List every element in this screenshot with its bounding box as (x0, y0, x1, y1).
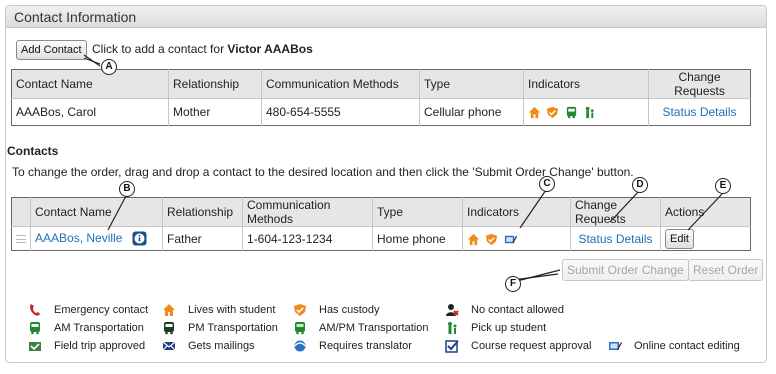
has-custody-icon (294, 304, 306, 317)
legend-item: Pick up student (445, 320, 546, 336)
legend-item: Gets mailings (162, 338, 255, 354)
legend-item: PM Transportation (162, 320, 278, 336)
legend-item: Online contact editing (608, 338, 740, 354)
legend-item: Lives with student (162, 302, 275, 318)
callout-c: C (539, 176, 555, 192)
gets-mailings-icon (162, 341, 176, 351)
emergency-contact-icon (30, 304, 40, 316)
callout-d: D (632, 177, 648, 193)
legend-item: AM Transportation (28, 320, 144, 336)
pm-transportation-icon (164, 322, 174, 335)
legend-item: Field trip approved (28, 338, 145, 354)
requires-translator-icon (294, 340, 306, 352)
callout-b: B (119, 181, 135, 197)
legend-item: Has custody (293, 302, 380, 318)
pick-up-student-icon (448, 322, 457, 335)
am-transportation-icon (30, 322, 40, 335)
legend-item: Requires translator (293, 338, 412, 354)
course-request-approval-icon (445, 340, 459, 353)
field-trip-approved-icon (29, 342, 41, 352)
lives-with-student-icon (163, 304, 175, 317)
am-pm-transportation-icon (295, 322, 305, 335)
legend-item: Emergency contact (28, 302, 148, 318)
callout-a: A (101, 59, 117, 75)
legend-item: AM/PM Transportation (293, 320, 428, 336)
online-contact-editing-icon (609, 342, 622, 351)
callout-e: E (715, 178, 731, 194)
legend-item: No contact allowed (445, 302, 564, 318)
legend-item: Course request approval (445, 338, 591, 354)
callout-f: F (505, 276, 521, 292)
no-contact-allowed-icon (446, 304, 459, 317)
